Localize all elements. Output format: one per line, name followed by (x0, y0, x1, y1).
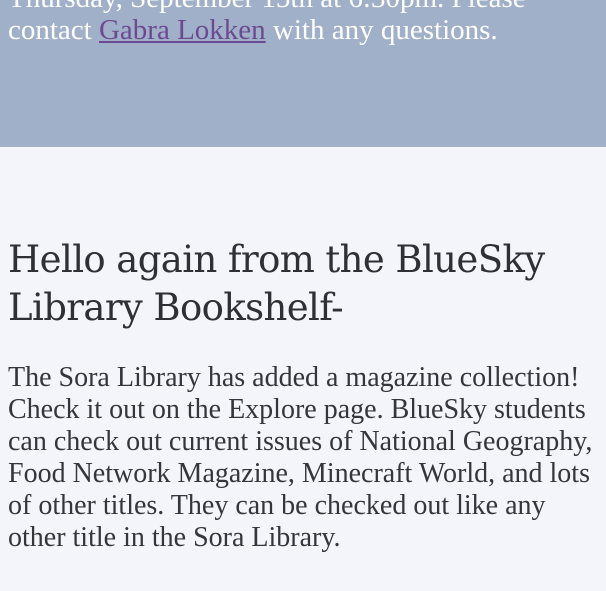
article-section: Hello again from the BlueSky Library Boo… (0, 147, 606, 591)
banner-line-2-suffix: with any questions. (265, 14, 498, 46)
article-body: The Sora Library has added a magazine co… (8, 362, 593, 553)
article-heading: Hello again from the BlueSky Library Boo… (8, 238, 545, 329)
contact-link[interactable]: Gabra Lokken (99, 14, 266, 46)
banner-line-1: Thursday, September 15th at 6:30pm. Plea… (8, 0, 526, 14)
announcement-banner: Thursday, September 15th at 6:30pm. Plea… (0, 0, 606, 147)
banner-text: Thursday, September 15th at 6:30pm. Plea… (8, 0, 598, 46)
banner-line-2-prefix: contact (8, 14, 99, 46)
